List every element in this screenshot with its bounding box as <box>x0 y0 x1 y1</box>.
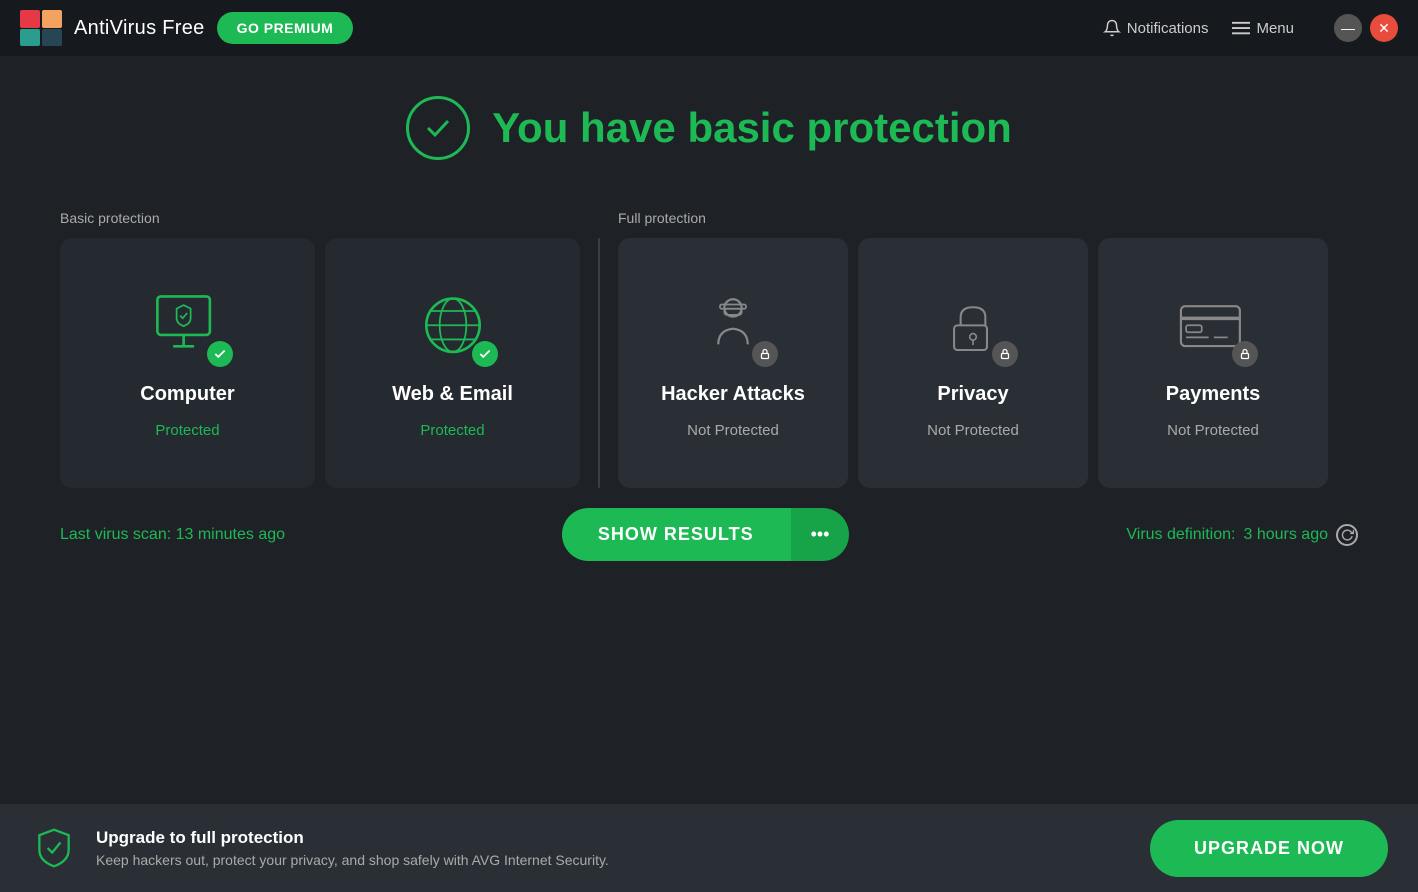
privacy-card-status: Not Protected <box>927 422 1019 439</box>
virus-def-value: 3 hours ago <box>1243 526 1328 544</box>
computer-icon-wrap <box>143 287 233 367</box>
virus-definition-info: Virus definition: 3 hours ago <box>1126 524 1358 546</box>
check-badge-icon <box>213 347 227 361</box>
go-premium-button[interactable]: GO PREMIUM <box>217 12 354 44</box>
main-content: You have basic protection Basic protecti… <box>0 56 1418 561</box>
last-scan-label: Last virus scan: <box>60 526 176 543</box>
minimize-button[interactable]: — <box>1334 14 1362 42</box>
status-check-circle <box>406 96 470 160</box>
status-highlight: basic protection <box>687 104 1011 151</box>
full-cards-row: Hacker Attacks Not Protected <box>618 238 1358 488</box>
show-results-wrap: SHOW RESULTS ••• <box>562 508 850 561</box>
upgrade-footer: Upgrade to full protection Keep hackers … <box>0 804 1418 892</box>
upgrade-footer-left: Upgrade to full protection Keep hackers … <box>30 824 609 872</box>
privacy-card-name: Privacy <box>937 383 1008 406</box>
hacker-attacks-icon-wrap <box>688 287 778 367</box>
payments-badge <box>1232 341 1258 367</box>
avg-logo <box>20 10 62 46</box>
privacy-icon-wrap <box>928 287 1018 367</box>
privacy-badge <box>992 341 1018 367</box>
web-email-card-name: Web & Email <box>392 383 513 406</box>
hacker-card-status: Not Protected <box>687 422 779 439</box>
privacy-card[interactable]: Privacy Not Protected <box>858 238 1088 488</box>
web-email-badge <box>472 341 498 367</box>
lock-badge-icon <box>759 348 771 360</box>
menu-button[interactable]: Menu <box>1232 20 1294 37</box>
menu-icon <box>1232 21 1250 35</box>
payments-card-status: Not Protected <box>1167 422 1259 439</box>
virus-def-label: Virus definition: <box>1126 526 1235 544</box>
basic-cards-row: Computer Protected <box>60 238 580 488</box>
bell-icon <box>1103 19 1121 37</box>
notifications-button[interactable]: Notifications <box>1103 19 1209 37</box>
status-header: You have basic protection <box>60 96 1358 160</box>
more-options-button[interactable]: ••• <box>790 508 850 561</box>
computer-card-name: Computer <box>140 383 234 406</box>
upgrade-now-button[interactable]: UPGRADE NOW <box>1150 820 1388 877</box>
bottom-bar: Last virus scan: 13 minutes ago SHOW RES… <box>60 508 1358 561</box>
notifications-label: Notifications <box>1127 20 1209 37</box>
menu-label: Menu <box>1256 20 1294 37</box>
hacker-badge <box>752 341 778 367</box>
basic-section: Basic protection <box>60 210 580 488</box>
protection-sections: Basic protection <box>60 210 1358 488</box>
computer-card-status: Protected <box>155 422 219 439</box>
footer-shield-icon-wrap <box>30 824 78 872</box>
status-text: You have basic protection <box>492 104 1012 152</box>
section-divider <box>598 238 600 488</box>
full-section-label: Full protection <box>618 210 1358 226</box>
show-results-button[interactable]: SHOW RESULTS <box>562 508 790 561</box>
web-email-icon-wrap <box>408 287 498 367</box>
titlebar-right: Notifications Menu — ✕ <box>1103 14 1398 42</box>
refresh-button[interactable] <box>1336 524 1358 546</box>
titlebar: AntiVirus Free GO PREMIUM Notifications … <box>0 0 1418 56</box>
full-section: Full protection <box>618 210 1358 488</box>
hacker-card-name: Hacker Attacks <box>661 383 805 406</box>
app-name: AntiVirus Free <box>74 17 205 40</box>
upgrade-text-block: Upgrade to full protection Keep hackers … <box>96 828 609 868</box>
web-email-card-status: Protected <box>420 422 484 439</box>
titlebar-left: AntiVirus Free GO PREMIUM <box>20 10 353 46</box>
check-badge-web-icon <box>478 347 492 361</box>
lock-badge-payments-icon <box>1239 348 1251 360</box>
upgrade-title: Upgrade to full protection <box>96 828 609 848</box>
status-prefix: You have <box>492 104 687 151</box>
hacker-attacks-card[interactable]: Hacker Attacks Not Protected <box>618 238 848 488</box>
web-email-card[interactable]: Web & Email Protected <box>325 238 580 488</box>
close-button[interactable]: ✕ <box>1370 14 1398 42</box>
payments-card[interactable]: Payments Not Protected <box>1098 238 1328 488</box>
computer-card[interactable]: Computer Protected <box>60 238 315 488</box>
footer-shield-icon <box>32 826 76 870</box>
payments-card-name: Payments <box>1166 383 1261 406</box>
upgrade-subtitle: Keep hackers out, protect your privacy, … <box>96 852 609 868</box>
window-controls: — ✕ <box>1334 14 1398 42</box>
last-scan-value: 13 minutes ago <box>176 526 285 543</box>
computer-badge <box>207 341 233 367</box>
basic-section-label: Basic protection <box>60 210 580 226</box>
payments-icon-wrap <box>1168 287 1258 367</box>
lock-badge-privacy-icon <box>999 348 1011 360</box>
refresh-icon <box>1341 528 1354 541</box>
check-icon <box>423 113 453 143</box>
last-scan-info: Last virus scan: 13 minutes ago <box>60 526 285 544</box>
